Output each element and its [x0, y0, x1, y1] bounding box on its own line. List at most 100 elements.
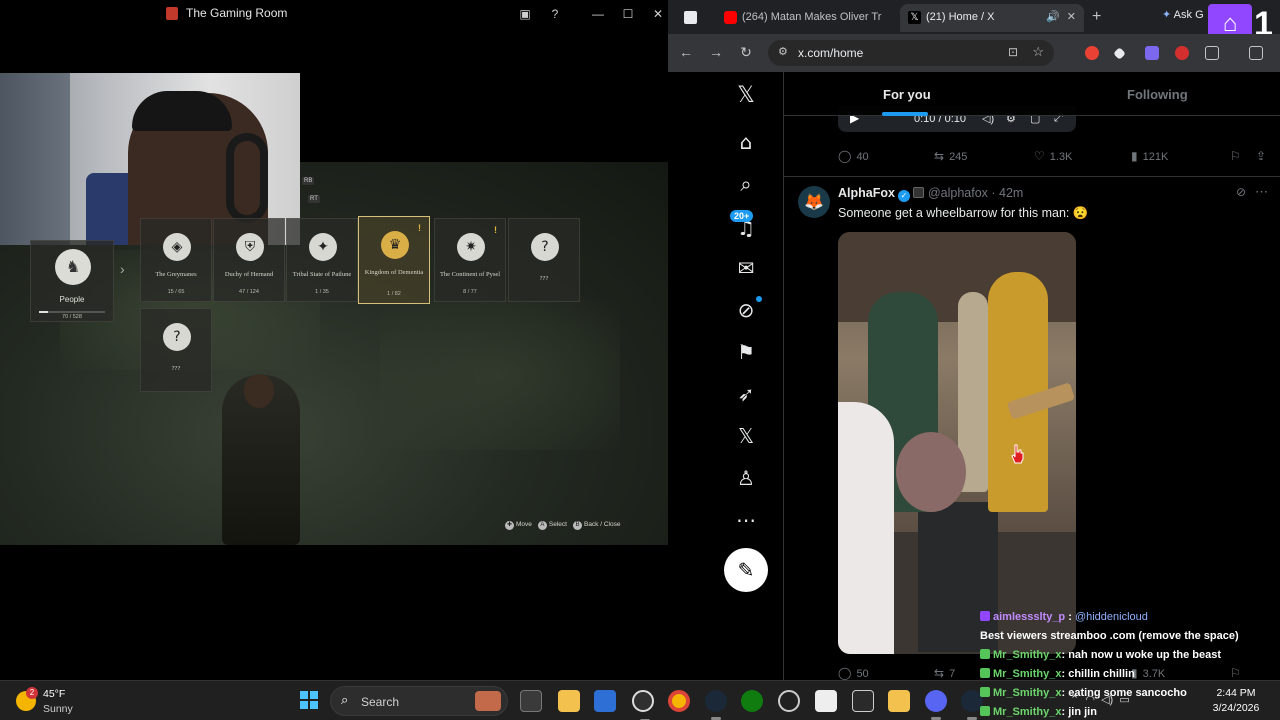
people-category-tile[interactable]: ♞ People 70 / 528	[30, 240, 114, 322]
hand-cursor-icon	[1011, 444, 1024, 464]
category-tile[interactable]: ! ✷ The Continent of Pysel 8 / 77	[434, 218, 506, 302]
repost-button[interactable]: ⇆ 7	[934, 666, 955, 680]
category-count: 15 / 65	[167, 289, 185, 295]
extension-icon[interactable]	[1175, 46, 1189, 60]
bookmark-button[interactable]: ⚐	[1230, 149, 1246, 163]
more-options-icon[interactable]: ⋯	[1255, 184, 1268, 200]
close-button[interactable]: ✕	[648, 4, 668, 24]
chat-username: aimlessslty_p	[993, 611, 1066, 623]
taskbar-search[interactable]: ⌕ Search	[330, 686, 508, 716]
extension-icon[interactable]	[1085, 46, 1099, 60]
new-tab-button[interactable]: +	[1092, 8, 1101, 26]
app-circle-icon[interactable]	[778, 690, 800, 712]
category-tile-locked[interactable]: ? ???	[140, 308, 212, 392]
profile-icon[interactable]: ♙	[730, 462, 762, 494]
microsoft-store-icon[interactable]	[594, 690, 616, 712]
category-tile-selected[interactable]: ! ♛ Kingdom of Dementia 1 / 82	[358, 216, 430, 304]
tab-x-home[interactable]: 𝕏 (21) Home / X 🔊 ✕	[900, 4, 1084, 32]
steam-icon[interactable]	[705, 690, 727, 720]
timestamp[interactable]: 42m	[999, 186, 1023, 200]
speaker-icon[interactable]: 🔊	[1046, 10, 1060, 23]
category-count: 1 / 35	[315, 289, 329, 295]
heart-icon: ♡	[1034, 149, 1045, 163]
side-panel-icon[interactable]	[1249, 46, 1263, 60]
tab-youtube[interactable]: (264) Matan Makes Oliver Tr	[716, 4, 898, 32]
roblox-icon[interactable]	[888, 690, 910, 712]
discord-icon[interactable]	[925, 690, 947, 720]
category-tile-locked[interactable]: ? ???	[508, 218, 580, 302]
bookmarks-icon[interactable]: ⚑	[730, 336, 762, 368]
home-icon[interactable]: ⌂	[730, 126, 762, 158]
repost-button[interactable]: ⇆ 245	[934, 149, 967, 163]
search-icon: ⌕	[341, 693, 349, 708]
notifications-badge: 20+	[730, 210, 754, 222]
player-head	[244, 374, 274, 408]
alert-icon: !	[418, 223, 421, 233]
extension-icon[interactable]	[1145, 46, 1159, 60]
chat-badge-icon	[980, 611, 990, 621]
people-emblem-icon: ♞	[55, 249, 91, 285]
display-name[interactable]: AlphaFox	[838, 186, 895, 200]
grok-explain-icon[interactable]: ⊘	[1236, 185, 1246, 199]
reply-button[interactable]: ◯ 50	[838, 666, 869, 680]
share-button[interactable]: ⇪	[1256, 149, 1271, 163]
obs-icon[interactable]	[632, 690, 654, 720]
tweet-video[interactable]	[838, 232, 1076, 654]
game-titlebar: The Gaming Room ▣ ? — ☐ ✕	[0, 0, 668, 28]
people-progress-bar	[39, 311, 105, 313]
reload-icon[interactable]: ↻	[737, 44, 755, 61]
bookmark-star-icon[interactable]: ☆	[1032, 44, 1044, 60]
grok-unread-dot	[756, 296, 762, 302]
help-icon[interactable]: ?	[545, 4, 565, 24]
x-logo-icon[interactable]: 𝕏	[730, 80, 762, 112]
dpad-icon: ✚	[505, 521, 514, 530]
task-view-icon[interactable]	[520, 690, 542, 712]
install-app-icon[interactable]: ⊡	[1008, 45, 1018, 59]
address-bar[interactable]: ⚙ x.com/home ⊡ ☆	[768, 40, 1054, 66]
7zip-icon[interactable]	[815, 690, 837, 712]
close-tab-icon[interactable]: ✕	[1067, 10, 1076, 23]
ask-gemini-button[interactable]: ✦ Ask G	[1162, 8, 1204, 21]
select-hint: A Select	[537, 521, 567, 530]
category-count: 8 / 77	[463, 289, 477, 295]
site-info-icon[interactable]: ⚙	[778, 45, 788, 58]
start-button[interactable]	[300, 691, 318, 709]
category-tile[interactable]: ⛨ Duchy of Hernand 47 / 124	[213, 218, 285, 302]
minimize-button[interactable]: —	[588, 4, 608, 24]
people-progress-fill	[39, 311, 48, 313]
back-arrow-icon[interactable]: ←	[677, 44, 695, 60]
views-button[interactable]: ▮ 121K	[1131, 149, 1168, 163]
avatar[interactable]: 🦊	[798, 186, 830, 218]
maximize-button[interactable]: ☐	[618, 4, 638, 24]
epic-games-icon[interactable]	[852, 690, 874, 712]
verified-badge-icon: ✓	[897, 190, 910, 202]
repost-icon: ⇆	[934, 666, 945, 680]
chat-badge-icon	[980, 706, 990, 716]
rocket-icon[interactable]: ➶	[730, 378, 762, 410]
xbox-icon[interactable]	[741, 690, 763, 712]
tab-following[interactable]: Following	[1127, 87, 1188, 102]
picture-in-picture-icon[interactable]: ▣	[515, 4, 535, 24]
extensions-puzzle-icon[interactable]	[1205, 46, 1219, 60]
handle[interactable]: @alphafox	[928, 186, 988, 200]
tab-for-you[interactable]: For you	[883, 87, 931, 102]
category-tile[interactable]: ✦ Tribal State of Pailune 1 / 35	[286, 218, 358, 302]
extension-icon[interactable]	[1113, 47, 1126, 60]
scene-foliage	[380, 300, 620, 450]
compose-post-button[interactable]: ✎	[724, 548, 768, 592]
premium-x-icon[interactable]: 𝕏	[730, 420, 762, 452]
more-circle-icon[interactable]: ⋯	[730, 504, 762, 536]
youtube-icon	[724, 11, 737, 24]
tab-pinned[interactable]	[676, 4, 720, 32]
category-tile[interactable]: ◈ The Greymanes 15 / 65	[140, 218, 212, 302]
back-hint: B Back / Close	[572, 521, 620, 530]
chrome-icon[interactable]	[668, 690, 690, 712]
messages-envelope-icon[interactable]: ✉	[730, 252, 762, 284]
like-button[interactable]: ♡ 1.3K	[1034, 149, 1072, 163]
reply-button[interactable]: ◯ 40	[838, 149, 869, 163]
search-icon[interactable]: ⌕	[730, 168, 762, 200]
repost-icon: ⇆	[934, 149, 945, 163]
chat-badge-icon	[980, 668, 990, 678]
forward-arrow-icon[interactable]: →	[707, 44, 725, 60]
file-explorer-icon[interactable]	[558, 690, 580, 712]
